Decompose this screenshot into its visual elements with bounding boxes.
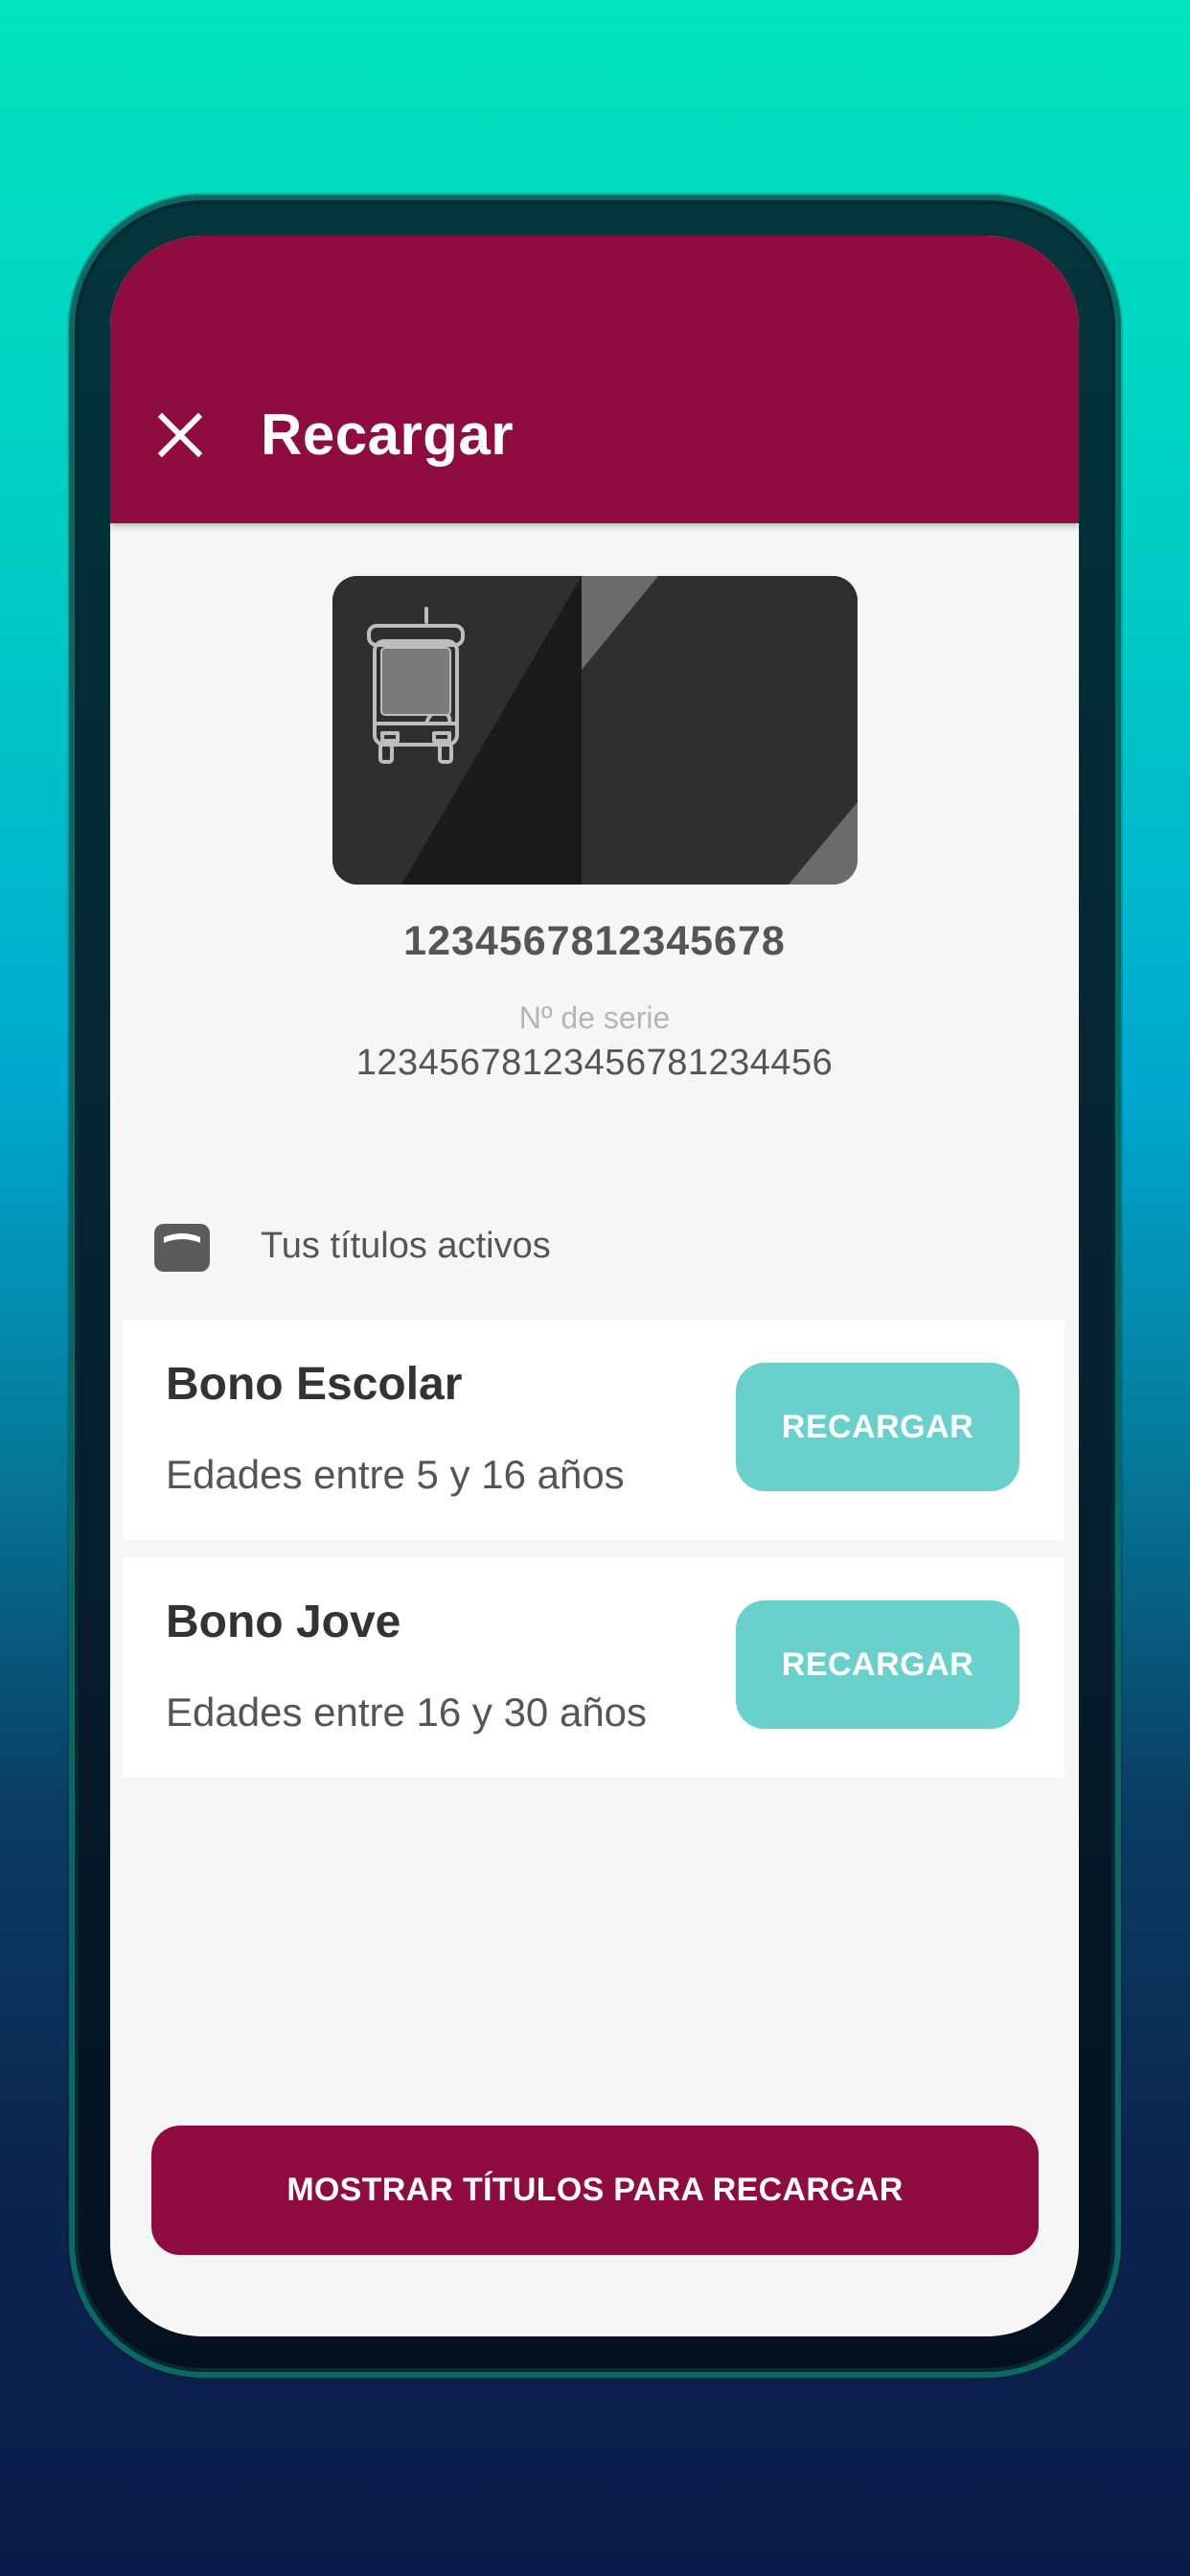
bus-icon — [367, 607, 465, 764]
app-bar: Recargar — [110, 236, 1079, 523]
pass-description: Edades entre 5 y 16 años — [166, 1452, 625, 1497]
pass-name: Bono Escolar — [166, 1359, 463, 1410]
close-button[interactable] — [154, 409, 206, 461]
pass-item: Bono Escolar Edades entre 5 y 16 años RE… — [123, 1320, 1064, 1540]
active-passes-title: Tus títulos activos — [261, 1226, 551, 1266]
pass-name: Bono Jove — [166, 1597, 401, 1647]
page-title: Recargar — [261, 402, 515, 467]
active-passes-header: Tus títulos activos — [154, 1220, 1017, 1277]
recharge-button[interactable]: RECARGAR — [736, 1363, 1019, 1491]
pass-description: Edades entre 16 y 30 años — [166, 1690, 648, 1735]
app-screen: Recargar 1234567812345678 Nº de serie 12… — [110, 236, 1079, 2336]
wallet-icon — [154, 1224, 210, 1272]
app-root: { "appbar": { "title": "Recargar", "clos… — [0, 0, 1190, 2576]
serial-label: Nº de serie — [518, 1000, 671, 1035]
close-icon — [157, 412, 203, 458]
serial-value: 12345678123456781234456 — [355, 1043, 834, 1083]
pass-item: Bono Jove Edades entre 16 y 30 años RECA… — [123, 1557, 1064, 1778]
card-number: 1234567812345678 — [403, 918, 786, 964]
show-passes-to-recharge-button[interactable]: MOSTRAR TÍTULOS PARA RECARGAR — [151, 2126, 1039, 2255]
recharge-button[interactable]: RECARGAR — [736, 1600, 1019, 1729]
transport-card — [332, 576, 858, 885]
